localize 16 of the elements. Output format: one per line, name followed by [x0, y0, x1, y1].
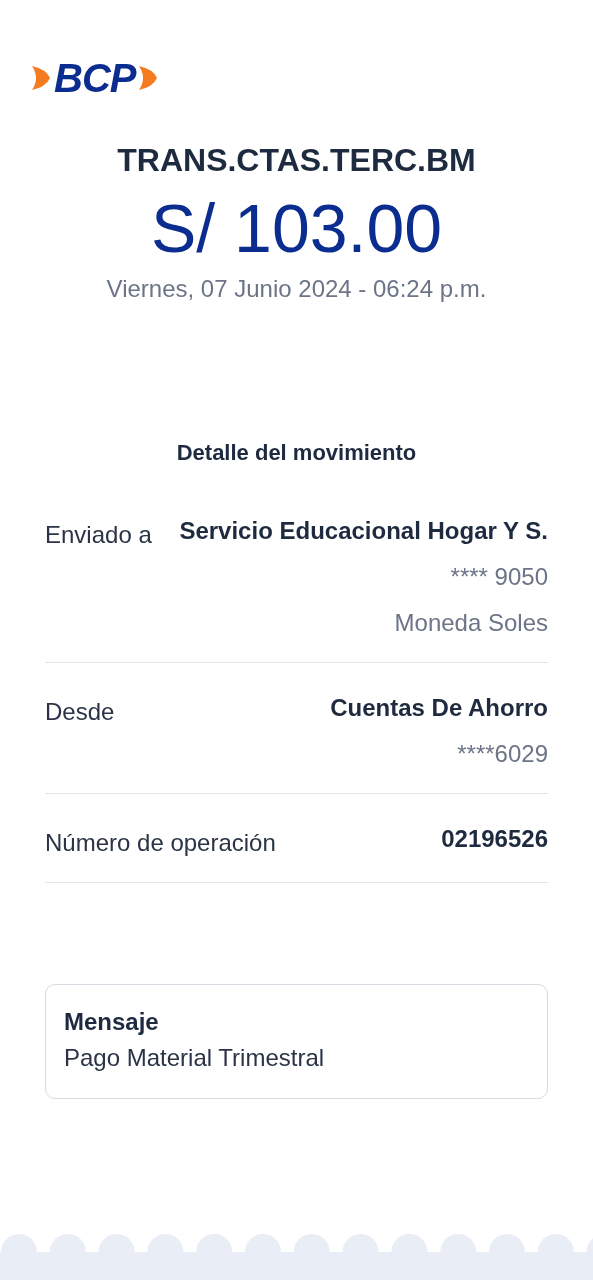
transaction-title: TRANS.CTAS.TERC.BM	[116, 141, 477, 180]
row-label: Número de operación	[45, 828, 276, 858]
row-label: Desde	[45, 697, 115, 727]
message-text: Pago Material Trimestral	[64, 1043, 326, 1073]
row-value: Servicio Educacional Hogar Y S.	[179, 516, 548, 546]
section-heading: Detalle del movimiento	[175, 439, 418, 467]
row-value: 02196526	[441, 824, 548, 854]
amount-text: S/ 103.00	[149, 189, 444, 268]
row-value: Moneda Soles	[394, 608, 548, 638]
row-value: ****6029	[457, 739, 548, 769]
row-value: **** 9050	[450, 562, 548, 592]
row-label: Enviado a	[45, 520, 152, 550]
bcp-logo: BCP	[30, 58, 160, 98]
message-label: Mensaje	[64, 1007, 160, 1037]
row-value: Cuentas De Ahorro	[330, 693, 548, 723]
date-text: Viernes, 07 Junio 2024 - 06:24 p.m.	[105, 274, 488, 304]
